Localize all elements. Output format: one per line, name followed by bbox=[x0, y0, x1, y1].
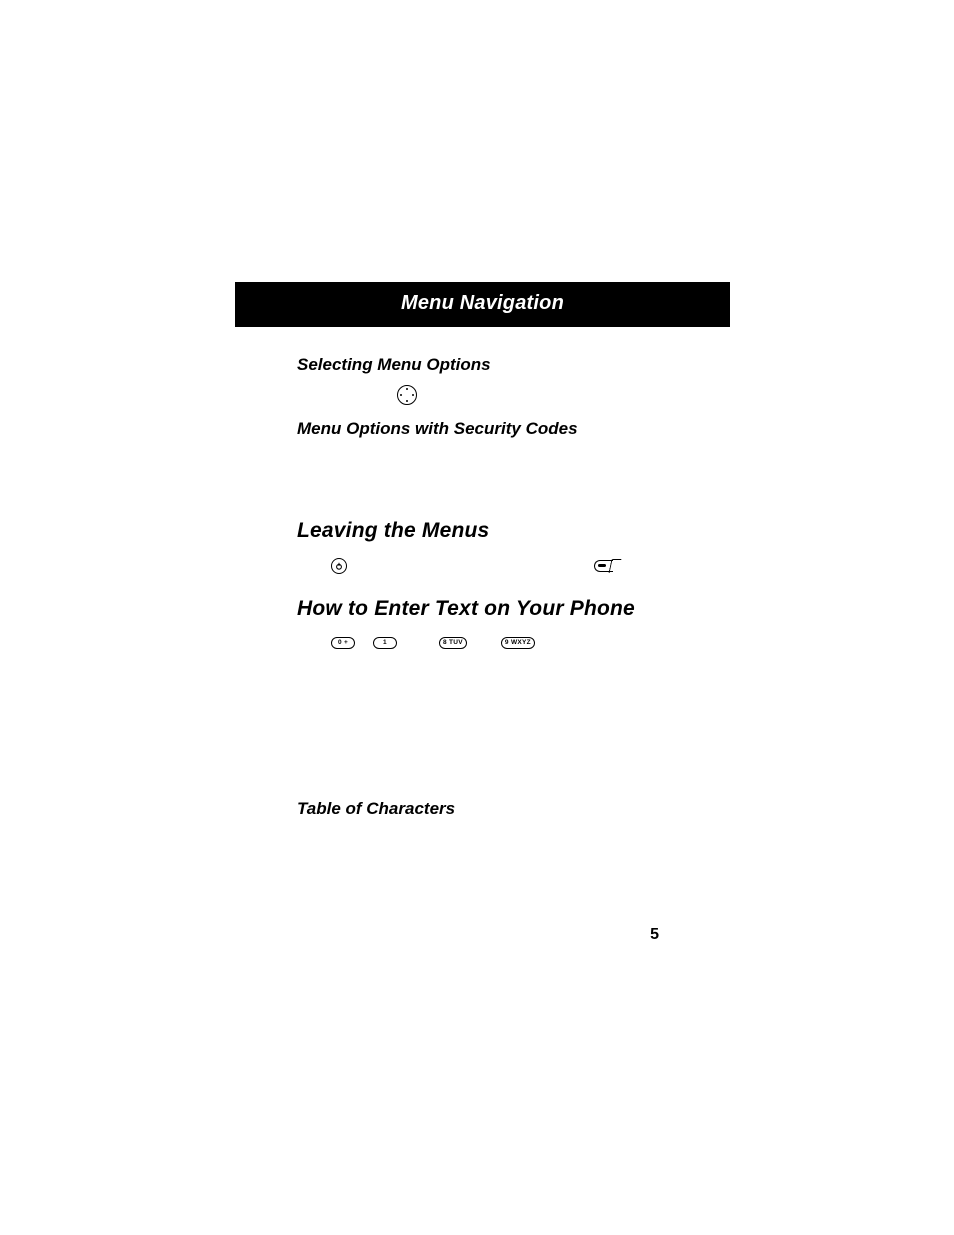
key-row: 0 + 1 8 TUV 9 WXYZ bbox=[331, 635, 720, 651]
page-number: 5 bbox=[650, 926, 659, 944]
heading-security-codes: Menu Options with Security Codes bbox=[297, 419, 720, 439]
inline-glyph-row bbox=[397, 385, 720, 405]
heading-enter-text: How to Enter Text on Your Phone bbox=[297, 597, 720, 621]
page: Menu Navigation Selecting Menu Options M… bbox=[0, 0, 954, 1235]
clear-key-icon bbox=[594, 560, 620, 572]
key-0-icon: 0 + bbox=[331, 637, 355, 649]
key-1-icon: 1 bbox=[373, 637, 397, 649]
leaving-glyph-row bbox=[331, 557, 651, 575]
power-key-icon bbox=[331, 558, 347, 574]
body-block: Selecting Menu Options Menu Options with… bbox=[235, 355, 730, 819]
heading-table-of-characters: Table of Characters bbox=[297, 799, 720, 819]
content-column: Menu Navigation Selecting Menu Options M… bbox=[235, 282, 730, 819]
key-8-icon: 8 TUV bbox=[439, 637, 467, 649]
heading-leaving-menus: Leaving the Menus bbox=[297, 519, 720, 543]
key-9-icon: 9 WXYZ bbox=[501, 637, 535, 649]
heading-selecting-menu-options: Selecting Menu Options bbox=[297, 355, 720, 375]
nav-key-icon bbox=[397, 385, 417, 405]
chapter-banner: Menu Navigation bbox=[235, 282, 730, 327]
